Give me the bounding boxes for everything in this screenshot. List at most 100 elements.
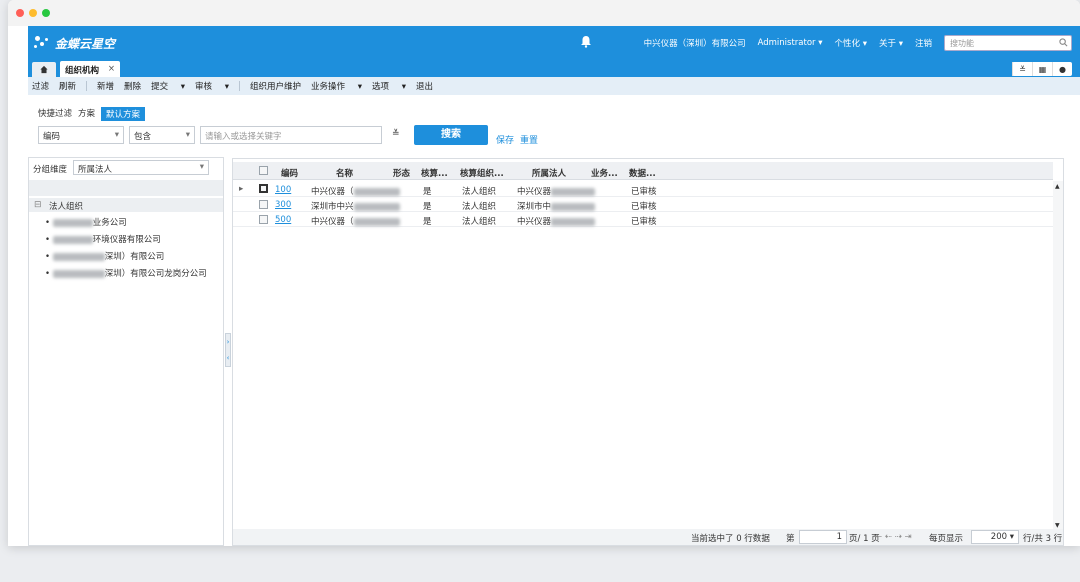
cell-code[interactable]: 300 [275, 200, 291, 210]
group-select[interactable]: 所属法人 ▾ [73, 160, 209, 175]
cell-name-text: 中兴仪器（ [311, 217, 354, 227]
col-name[interactable]: 名称 [336, 167, 353, 179]
maximize-window-dot[interactable] [42, 9, 50, 17]
toolbar-new[interactable]: 新增 [97, 80, 114, 92]
cell-acct-org: 法人组织 [462, 217, 497, 227]
toolbar-org-user[interactable]: 组织用户维护 [250, 80, 301, 92]
scroll-down-icon[interactable]: ▼ [1055, 522, 1060, 529]
tab-quick-filter[interactable]: 快捷过滤 [38, 107, 72, 121]
tree-root[interactable]: ⊟ 法人组织 [29, 198, 223, 212]
tree-item-label: 深圳）有限公司龙岗分公司 [104, 269, 207, 279]
keyword-input[interactable]: 请输入或选择关键字 [200, 126, 382, 144]
table-row[interactable]: 500 中兴仪器（ 是 法人组织 中兴仪器 已审核 [233, 212, 1053, 227]
selection-count: 当前选中了 0 行数据 [691, 534, 770, 544]
keyword-placeholder: 请输入或选择关键字 [205, 132, 282, 142]
table-row[interactable]: ▸ 100 中兴仪器（ 是 法人组织 中兴仪器 已审核 [233, 182, 1053, 197]
group-select-value: 所属法人 [78, 165, 113, 175]
minimize-window-dot[interactable] [29, 9, 37, 17]
cell-legal-text: 中兴仪器 [517, 217, 552, 227]
grid-scrollbar[interactable]: ▲ ▼ [1053, 181, 1063, 531]
search-icon[interactable] [1059, 37, 1068, 47]
toolbar-delete[interactable]: 删除 [124, 80, 141, 92]
col-acct-org[interactable]: 核算组织... [460, 167, 504, 179]
action-toolbar: 过滤 刷新 新增 删除 提交 ▾ 审核 ▾ 组织用户维护 业务操作 ▾ 选项 ▾… [28, 77, 1080, 95]
about-label: 关于 [879, 38, 897, 49]
table-row[interactable]: 300 深圳市中兴 是 法人组织 深圳市中 已审核 [233, 197, 1053, 212]
filter-field-select[interactable]: 编码 ▾ [38, 126, 124, 144]
col-legal[interactable]: 所属法人 [532, 167, 566, 179]
tab-scheme[interactable]: 方案 [78, 107, 95, 121]
toolbar-divider [86, 81, 88, 91]
bell-icon[interactable] [580, 35, 592, 48]
row-pointer-icon: ▸ [239, 184, 244, 194]
close-window-dot[interactable] [16, 9, 24, 17]
expand-icon[interactable]: ≚ [392, 129, 400, 139]
col-business[interactable]: 业务... [591, 167, 618, 179]
tab-org[interactable]: 组织机构 × [60, 61, 120, 77]
cell-name: 中兴仪器（ [311, 215, 400, 227]
toolbar-audit-label: 审核 [195, 82, 213, 92]
filter-area: 快捷过滤 方案 默认方案 编码 ▾ 包含 ▾ 请输入或选择关键字 ≚ 搜索 保存 重… [28, 95, 1080, 155]
tab-org-label: 组织机构 [65, 66, 100, 76]
col-acct[interactable]: 核算... [421, 167, 448, 179]
tree-item[interactable]: • 深圳）有限公司 [45, 250, 164, 262]
cell-name: 中兴仪器（ [311, 185, 400, 197]
toolbar-audit[interactable]: 审核 ▾ [195, 80, 229, 92]
row-checkbox[interactable] [259, 200, 268, 209]
filter-op-select[interactable]: 包含 ▾ [129, 126, 195, 144]
search-button[interactable]: 搜索 [414, 125, 488, 145]
toolbar-submit-label: 提交 [151, 82, 169, 92]
page-input[interactable]: 1 [799, 530, 847, 544]
toolbar-business-label: 业务操作 [311, 82, 346, 92]
user-menu[interactable]: Administrator ▾ [758, 38, 823, 48]
app-header: 金蝶云星空 中兴仪器（深圳）有限公司 Administrator ▾ 个性化 ▾… [28, 26, 1080, 59]
col-form[interactable]: 形态 [393, 167, 410, 179]
tree-item[interactable]: • 深圳）有限公司龙岗分公司 [45, 267, 207, 279]
org-grid: 编码 名称 形态 核算... 核算组织... 所属法人 业务... 数据... … [232, 158, 1064, 546]
scroll-up-icon[interactable]: ▲ [1055, 183, 1060, 190]
brand-logo[interactable]: 金蝶云星空 [34, 33, 115, 53]
about-menu[interactable]: 关于 ▾ [879, 37, 903, 49]
grid-icon[interactable]: ▦ [1032, 62, 1052, 76]
window-titlebar [8, 0, 1080, 26]
toolbar-refresh[interactable]: 刷新 [59, 80, 76, 92]
home-tab[interactable] [32, 62, 56, 77]
tab-close-icon[interactable]: × [108, 64, 115, 74]
cell-code[interactable]: 100 [275, 185, 291, 195]
logout-link[interactable]: 注销 [915, 37, 932, 49]
toolbar-filter[interactable]: 过滤 [32, 80, 49, 92]
function-search-input[interactable]: 搜功能 [944, 34, 1072, 51]
cell-name-text: 深圳市中兴 [311, 202, 354, 212]
tree-item[interactable]: • 业务公司 [45, 216, 127, 228]
company-name[interactable]: 中兴仪器（深圳）有限公司 [644, 37, 746, 49]
save-link[interactable]: 保存 [496, 133, 514, 146]
help-icon[interactable]: ● [1052, 62, 1072, 76]
cell-acct: 是 [423, 187, 432, 197]
pager-nav-icons[interactable]: ⇤ ⇠ ⇢ ⇥ [875, 532, 912, 542]
cell-name: 深圳市中兴 [311, 200, 400, 212]
collapse-tree-icon[interactable]: ⊟ [34, 200, 42, 210]
chevron-down-icon: ▾ [114, 130, 119, 140]
row-checkbox[interactable] [259, 184, 268, 193]
col-code[interactable]: 编码 [281, 167, 298, 179]
reset-link[interactable]: 重置 [520, 133, 538, 146]
per-page-select[interactable]: 200 ▾ [971, 530, 1019, 544]
toolbar-options[interactable]: 选项 ▾ [372, 80, 406, 92]
panel-splitter[interactable]: › ‹ [225, 333, 231, 367]
group-label: 分组维度 [33, 165, 68, 175]
toolbar-options-label: 选项 [372, 82, 390, 92]
tree-item[interactable]: • 环境仪器有限公司 [45, 233, 161, 245]
tab-default-scheme[interactable]: 默认方案 [101, 107, 146, 121]
select-all-checkbox[interactable] [259, 166, 268, 175]
toolbar-business[interactable]: 业务操作 ▾ [311, 80, 362, 92]
col-data-status[interactable]: 数据... [629, 167, 656, 179]
tree-item-label: 深圳）有限公司 [104, 252, 165, 262]
personalize-menu[interactable]: 个性化 ▾ [835, 37, 867, 49]
row-checkbox[interactable] [259, 215, 268, 224]
cell-status: 已审核 [631, 217, 657, 227]
toolbar-exit[interactable]: 退出 [416, 80, 433, 92]
home-icon [40, 65, 48, 74]
collapse-icon[interactable]: ≚ [1012, 62, 1032, 76]
toolbar-submit[interactable]: 提交 ▾ [151, 80, 185, 92]
cell-code[interactable]: 500 [275, 215, 291, 225]
